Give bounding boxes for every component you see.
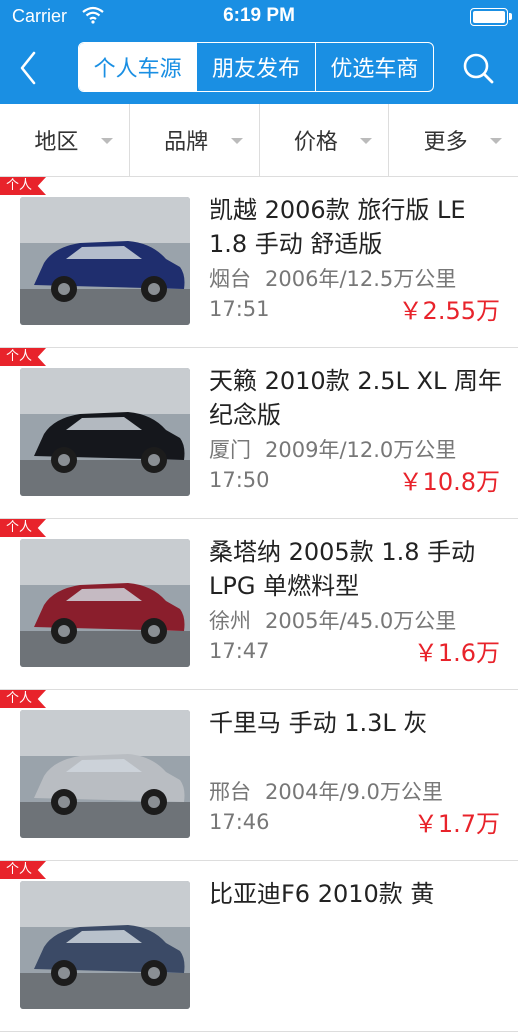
caret-down-icon [100,138,113,144]
list-item[interactable]: 个人 比亚迪F6 2010款 黄 [0,861,518,1032]
listing-price: ￥2.55万 [398,297,500,325]
listing-time: 17:50 [209,468,270,492]
filter-region[interactable]: 地区 [0,104,129,176]
back-button[interactable] [14,50,44,86]
personal-tag: 个人 [0,177,47,195]
listing-city: 烟台 [209,267,251,291]
listing-title: 桑塔纳 2005款 1.8 手动 LPG 单燃料型 [209,538,476,600]
personal-tag: 个人 [0,519,47,537]
listing-meta: 厦门 2009年/12.0万公里 [209,434,456,464]
listing-meta: 邢台 2004年/9.0万公里 [209,776,443,806]
app-header: Carrier 6:19 PM 个人车源 朋友发布 优选车商 [0,0,518,104]
personal-tag: 个人 [0,690,47,708]
clock: 6:19 PM [223,5,295,26]
listing-city: 邢台 [209,780,251,804]
caret-down-icon [360,138,373,144]
filter-label: 更多 [423,130,468,155]
filter-label: 品牌 [164,130,209,155]
car-photo [20,539,190,667]
list-item[interactable]: 个人 千里马 手动 1.3L 灰 邢台 2004年/9.0万公里 17:46 ￥1… [0,690,518,861]
listing-year-mileage: 2004年/9.0万公里 [265,780,443,804]
personal-tag: 个人 [0,348,47,366]
filter-label: 价格 [293,130,338,155]
car-photo [20,368,190,496]
listing-meta: 徐州 2005年/45.0万公里 [209,605,456,635]
filter-bar: 地区 品牌 价格 更多 [0,104,518,177]
filter-label: 地区 [34,130,79,155]
filter-more[interactable]: 更多 [388,104,518,176]
listing-price: ￥1.7万 [413,810,500,838]
status-bar: Carrier 6:19 PM [0,0,518,34]
filter-price[interactable]: 价格 [258,104,389,176]
source-segmented-control: 个人车源 朋友发布 优选车商 [78,42,434,92]
listing-price: ￥10.8万 [398,468,500,496]
segment-personal[interactable]: 个人车源 [79,43,197,91]
listing-title: 凯越 2006款 旅行版 LE 1.8 手动 舒适版 [209,196,466,258]
personal-tag: 个人 [0,861,47,879]
chevron-left-icon [20,51,36,85]
filter-brand[interactable]: 品牌 [128,104,259,176]
listing-time: 17:47 [209,639,270,663]
car-photo [20,881,190,1009]
battery-icon [470,8,512,26]
list-item[interactable]: 个人 天籁 2010款 2.5L XL 周年纪念版 厦门 2009年/12.0万公… [0,348,518,519]
caret-down-icon [490,138,502,144]
search-button[interactable] [460,50,496,86]
listing-title: 千里马 手动 1.3L 灰 [209,709,428,737]
listing-title: 天籁 2010款 2.5L XL 周年纪念版 [209,367,502,429]
segment-dealers[interactable]: 优选车商 [314,43,433,91]
segment-friends[interactable]: 朋友发布 [196,43,314,91]
listing-year-mileage: 2006年/12.5万公里 [265,267,457,291]
listing-list: 个人 凯越 2006款 旅行版 LE 1.8 手动 舒适版 烟台 2006年/12… [0,177,518,1032]
listing-meta: 烟台 2006年/12.5万公里 [209,263,456,293]
listing-time: 17:46 [209,810,270,834]
search-icon [463,53,494,84]
caret-down-icon [230,138,243,144]
listing-title: 比亚迪F6 2010款 黄 [209,880,435,908]
listing-meta [209,947,223,971]
listing-city: 徐州 [209,609,251,633]
listing-price: ￥1.6万 [413,639,500,667]
list-item[interactable]: 个人 凯越 2006款 旅行版 LE 1.8 手动 舒适版 烟台 2006年/12… [0,177,518,348]
listing-year-mileage: 2009年/12.0万公里 [265,438,457,462]
listing-city: 厦门 [209,438,251,462]
list-item[interactable]: 个人 桑塔纳 2005款 1.8 手动 LPG 单燃料型 徐州 2005年/45.… [0,519,518,690]
car-photo [20,197,190,325]
car-photo [20,710,190,838]
listing-year-mileage: 2005年/45.0万公里 [265,609,457,633]
listing-time: 17:51 [209,297,270,321]
